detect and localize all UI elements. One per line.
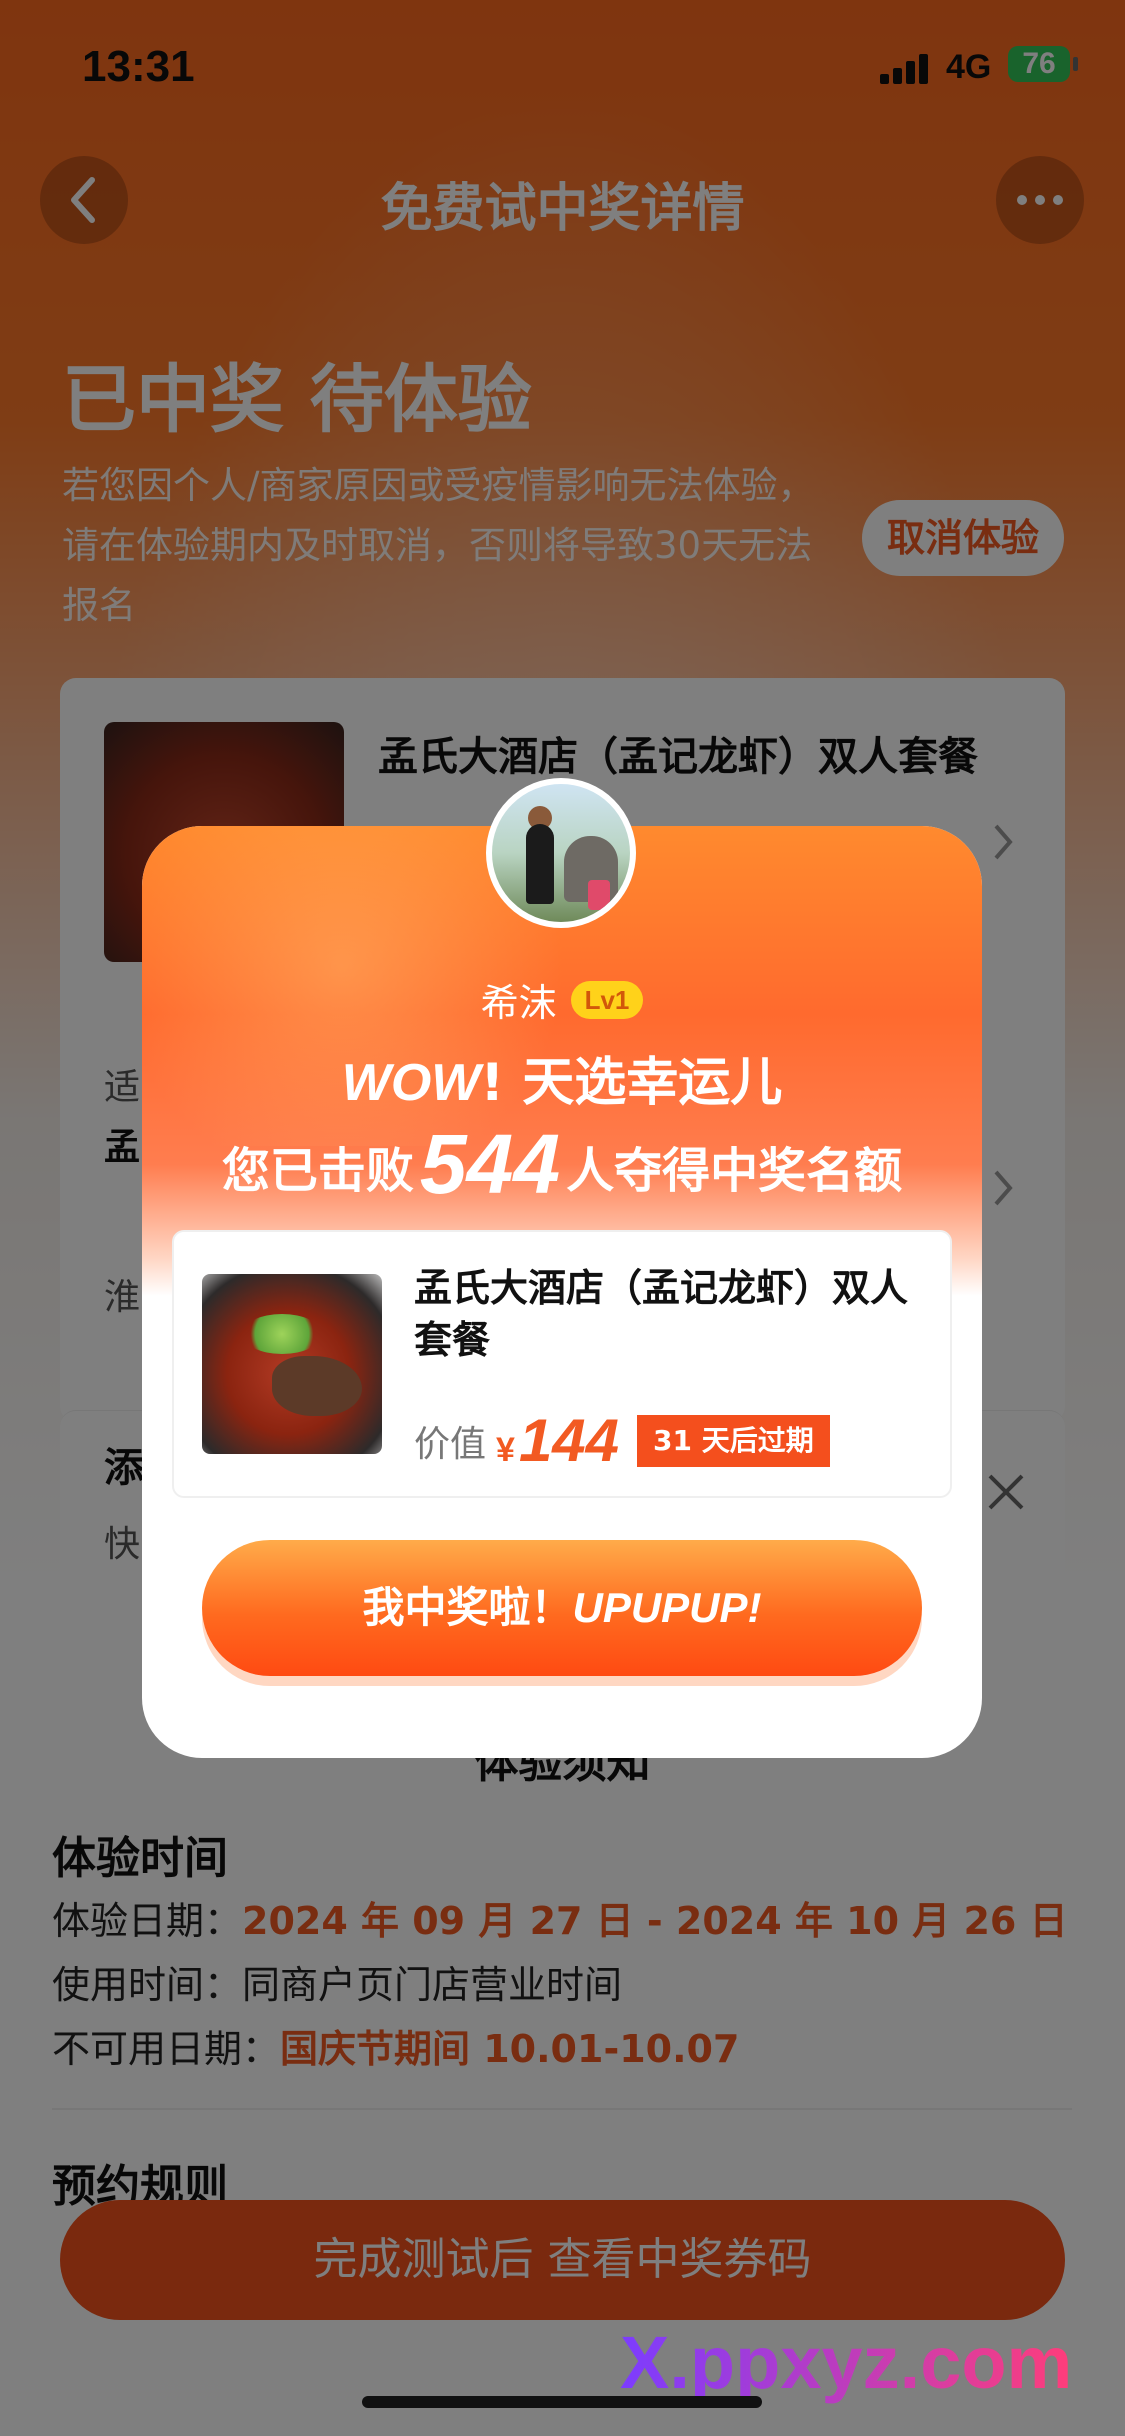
prize-card: 孟氏大酒店（孟记龙虾）双人套餐 价值 ¥144 31 天后过期 bbox=[172, 1230, 952, 1498]
headline: WOW! 天选幸运儿 bbox=[142, 1040, 982, 1115]
claim-button[interactable]: 我中奖啦！UPUPUP! bbox=[202, 1540, 922, 1676]
home-indicator bbox=[362, 2396, 762, 2408]
price-amount: 144 bbox=[518, 1407, 620, 1474]
beaten-post: 人夺得中奖名额 bbox=[566, 1143, 903, 1199]
avatar bbox=[486, 778, 636, 928]
headline-text: ! 天选幸运儿 bbox=[480, 1053, 783, 1113]
price-label: 价值 bbox=[414, 1423, 487, 1465]
prize-title: 孟氏大酒店（孟记龙虾）双人套餐 bbox=[414, 1266, 909, 1362]
claim-label: 我中奖啦！ bbox=[362, 1583, 573, 1632]
username-row: 希沫 Lv1 bbox=[142, 972, 982, 1027]
win-modal: 希沫 Lv1 WOW! 天选幸运儿 您已击败544 人夺得中奖名额 孟氏大酒店（孟… bbox=[142, 826, 982, 1758]
level-badge: Lv1 bbox=[570, 980, 644, 1019]
beaten-line: 您已击败544 人夺得中奖名额 bbox=[142, 1116, 982, 1213]
claim-label-en: UPUPUP! bbox=[572, 1584, 762, 1631]
price-value: ¥144 bbox=[496, 1406, 619, 1475]
beaten-count: 544 bbox=[419, 1117, 561, 1211]
expire-tag: 31 天后过期 bbox=[637, 1414, 830, 1467]
headline-wow: WOW bbox=[341, 1054, 481, 1112]
prize-image bbox=[202, 1274, 382, 1454]
price-row: 价值 ¥144 31 天后过期 bbox=[414, 1406, 830, 1475]
username: 希沫 bbox=[480, 981, 557, 1025]
watermark: X.ppxyz.com bbox=[620, 2321, 1073, 2404]
price-currency: ¥ bbox=[496, 1431, 515, 1469]
beaten-pre: 您已击败 bbox=[221, 1143, 414, 1199]
